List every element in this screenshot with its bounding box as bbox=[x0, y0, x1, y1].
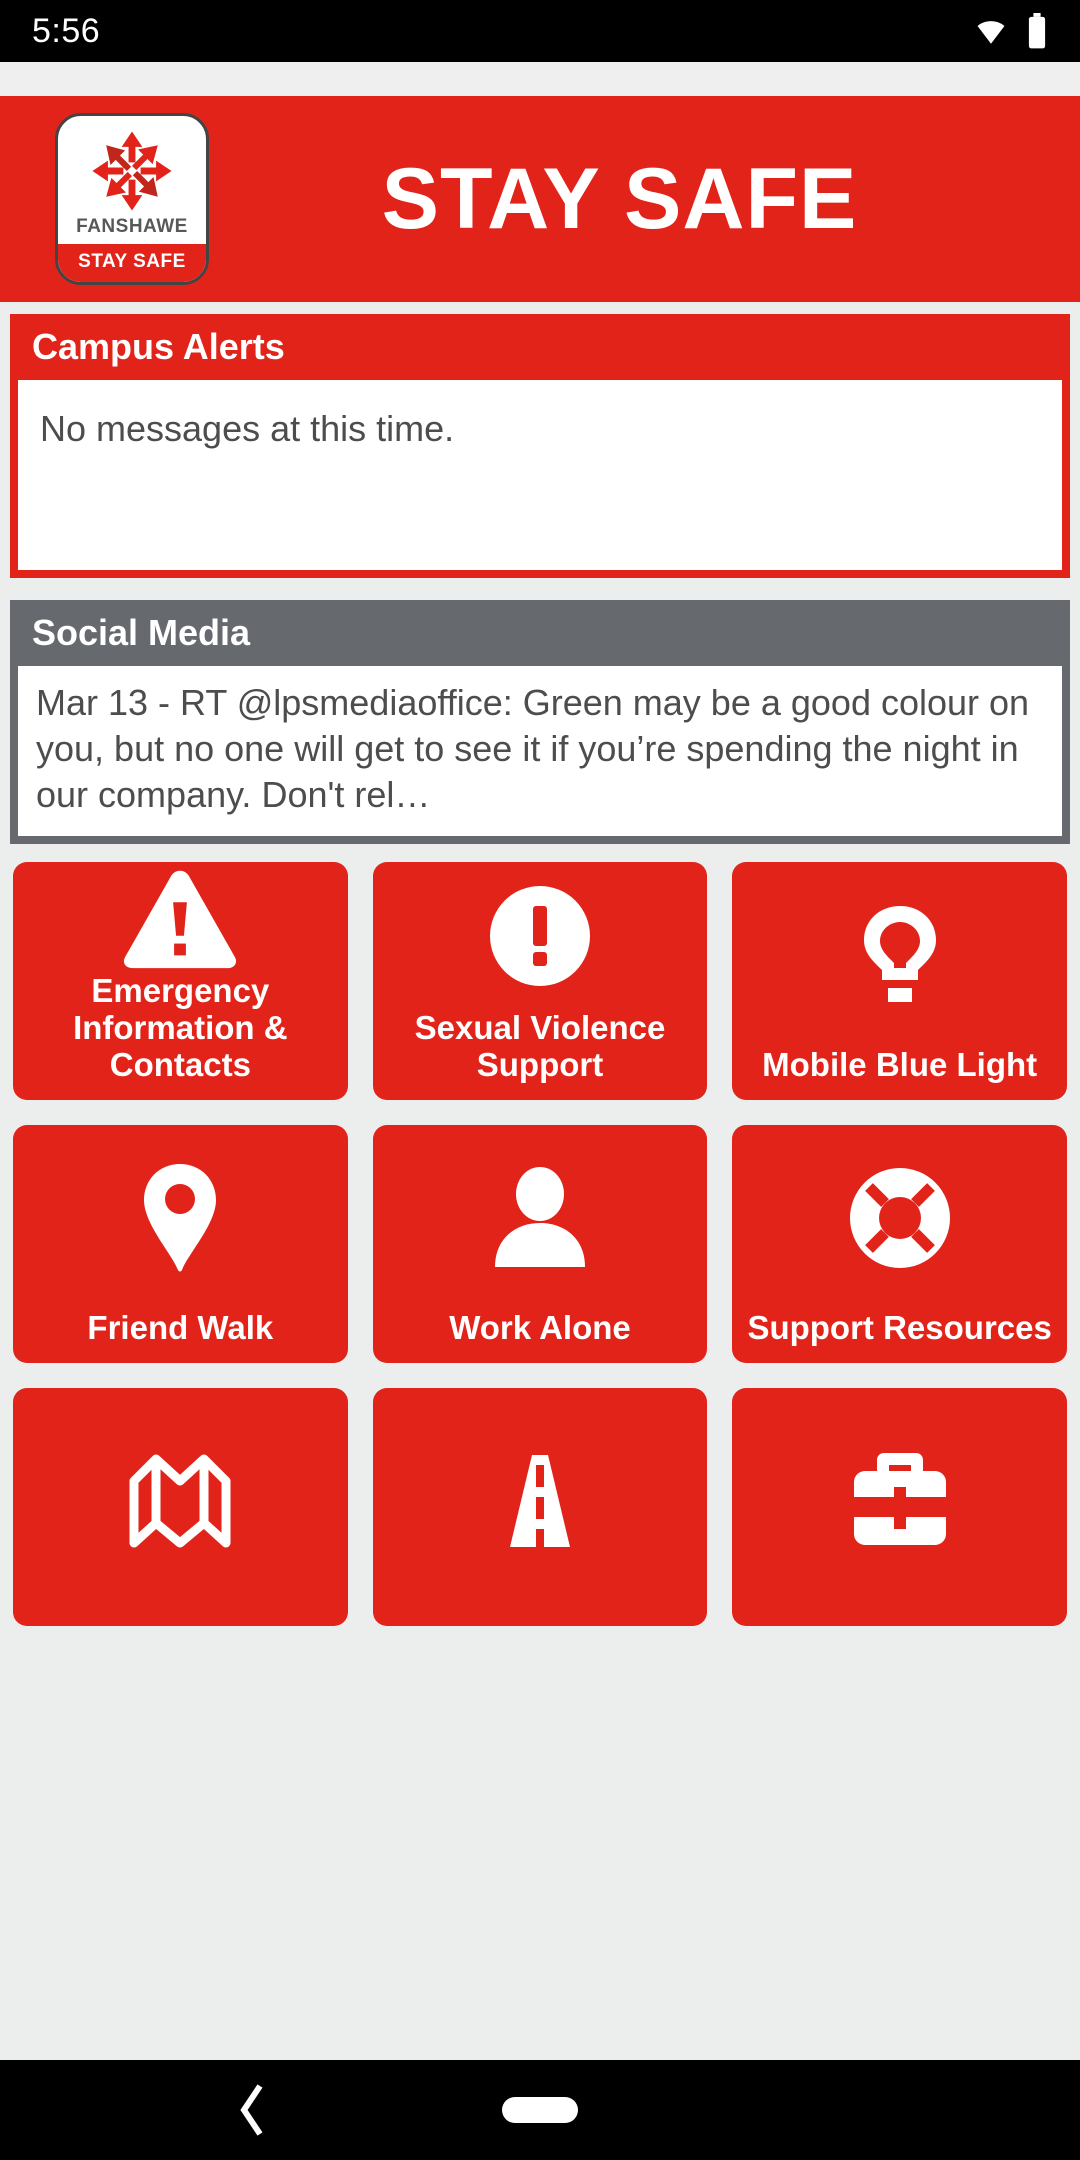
map-pin-icon bbox=[144, 1163, 217, 1272]
tile-icon-wrap bbox=[732, 862, 1067, 1047]
tile-mobile-blue-light[interactable]: Mobile Blue Light bbox=[732, 862, 1067, 1101]
logo-stay-safe-strip: STAY SAFE bbox=[58, 244, 206, 282]
page-title: STAY SAFE bbox=[381, 150, 858, 247]
tile-first-aid[interactable] bbox=[732, 1388, 1067, 1627]
status-gap bbox=[0, 62, 1080, 96]
system-navigation-bar bbox=[0, 2060, 1080, 2160]
tile-emergency-information-contacts[interactable]: Emergency Information & Contacts bbox=[13, 862, 348, 1101]
tile-friend-walk[interactable]: Friend Walk bbox=[13, 1125, 348, 1364]
tile-label: Sexual Violence Support bbox=[414, 1009, 666, 1084]
road-icon bbox=[509, 1455, 570, 1548]
fanshawe-wordmark: FANSHAWE bbox=[76, 216, 188, 237]
feature-tile-grid: Emergency Information & Contacts Sexual … bbox=[0, 844, 1080, 1627]
tile-label: Work Alone bbox=[449, 1309, 631, 1347]
battery-icon bbox=[1028, 13, 1046, 49]
folded-map-icon bbox=[129, 1454, 231, 1548]
social-media-post[interactable]: Mar 13 - RT @lpsmediaoffice: Green may b… bbox=[18, 666, 1062, 837]
app-header: FANSHAWE STAY SAFE STAY SAFE bbox=[0, 96, 1080, 302]
person-icon bbox=[494, 1166, 585, 1267]
tile-label: Support Resources bbox=[747, 1309, 1052, 1347]
tile-label: Emergency Information & Contacts bbox=[73, 972, 288, 1084]
back-icon[interactable] bbox=[238, 2082, 268, 2138]
status-bar-clock: 5:56 bbox=[32, 11, 101, 50]
tile-icon-wrap bbox=[13, 862, 348, 973]
campus-alerts-message: No messages at this time. bbox=[18, 380, 1062, 570]
campus-alerts-heading: Campus Alerts bbox=[10, 314, 1070, 380]
tile-campus-map[interactable] bbox=[13, 1388, 348, 1627]
tile-icon-wrap bbox=[732, 1125, 1067, 1310]
tile-road-safety[interactable] bbox=[372, 1388, 708, 1627]
status-bar-icons bbox=[974, 13, 1048, 49]
campus-alerts-panel: Campus Alerts No messages at this time. bbox=[10, 314, 1070, 578]
exclamation-circle-icon bbox=[489, 886, 590, 987]
tile-support-resources[interactable]: Support Resources bbox=[732, 1125, 1067, 1364]
tile-icon-wrap bbox=[373, 1125, 708, 1310]
first-aid-kit-icon bbox=[853, 1453, 946, 1546]
tile-icon-wrap bbox=[13, 1388, 348, 1610]
fanshawe-logo-badge: FANSHAWE STAY SAFE bbox=[55, 113, 209, 285]
tile-work-alone[interactable]: Work Alone bbox=[372, 1125, 708, 1364]
tile-icon-wrap bbox=[732, 1388, 1067, 1610]
tile-icon-wrap bbox=[13, 1125, 348, 1310]
tile-label: Mobile Blue Light bbox=[762, 1046, 1038, 1084]
fanshawe-star-icon bbox=[92, 131, 172, 211]
home-pill-icon[interactable] bbox=[502, 2097, 578, 2123]
tile-label: Friend Walk bbox=[87, 1309, 274, 1347]
social-media-panel: Social Media Mar 13 - RT @lpsmediaoffice… bbox=[10, 600, 1070, 845]
light-bulb-icon bbox=[863, 905, 936, 1002]
tile-icon-wrap bbox=[373, 862, 708, 1010]
status-bar: 5:56 bbox=[0, 0, 1080, 62]
tile-icon-wrap bbox=[373, 1388, 708, 1610]
tile-sexual-violence-support[interactable]: Sexual Violence Support bbox=[372, 862, 708, 1101]
social-media-heading: Social Media bbox=[10, 600, 1070, 666]
warning-triangle-icon bbox=[124, 870, 237, 968]
wifi-icon bbox=[977, 21, 1005, 44]
life-ring-icon bbox=[849, 1167, 950, 1268]
